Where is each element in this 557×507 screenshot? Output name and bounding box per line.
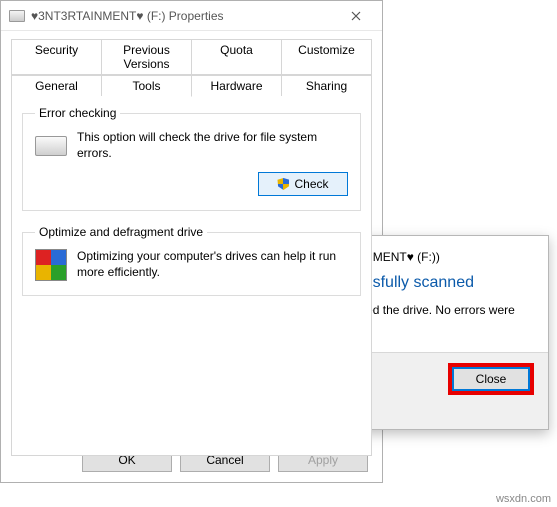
dialog-close-button[interactable]: Close bbox=[452, 367, 530, 391]
window-title: ♥3NT3RTAINMENT♥ (F:) Properties bbox=[31, 9, 334, 23]
tab-customize[interactable]: Customize bbox=[282, 39, 372, 75]
defragment-desc: Optimizing your computer's drives can he… bbox=[77, 249, 348, 281]
error-checking-legend: Error checking bbox=[35, 106, 120, 120]
error-checking-group: Error checking This option will check th… bbox=[22, 106, 361, 211]
hdd-icon bbox=[35, 130, 67, 162]
client-area: Security Previous Versions Quota Customi… bbox=[1, 31, 382, 464]
tab-hardware[interactable]: Hardware bbox=[192, 75, 282, 97]
close-button-highlight: Close bbox=[448, 363, 534, 395]
error-checking-desc: This option will check the drive for fil… bbox=[77, 130, 348, 162]
tab-security[interactable]: Security bbox=[11, 39, 102, 75]
tab-previous-versions[interactable]: Previous Versions bbox=[102, 39, 192, 75]
window-close-button[interactable] bbox=[334, 2, 378, 30]
defragment-group: Optimize and defragment drive Optimizing… bbox=[22, 225, 361, 296]
tab-strip: Security Previous Versions Quota Customi… bbox=[11, 39, 372, 97]
tab-sharing[interactable]: Sharing bbox=[282, 75, 372, 97]
tab-general[interactable]: General bbox=[11, 75, 102, 97]
defragment-legend: Optimize and defragment drive bbox=[35, 225, 207, 239]
shield-icon bbox=[277, 178, 289, 190]
titlebar: ♥3NT3RTAINMENT♥ (F:) Properties bbox=[1, 1, 382, 31]
tools-panel: Error checking This option will check th… bbox=[11, 96, 372, 456]
check-button-label: Check bbox=[294, 177, 328, 191]
defrag-icon bbox=[35, 249, 67, 281]
close-icon bbox=[351, 11, 361, 21]
watermark: wsxdn.com bbox=[496, 493, 551, 505]
check-button[interactable]: Check bbox=[258, 172, 348, 196]
tab-tools[interactable]: Tools bbox=[102, 75, 192, 97]
properties-window: ♥3NT3RTAINMENT♥ (F:) Properties Security… bbox=[0, 0, 383, 483]
drive-icon bbox=[9, 10, 25, 22]
tab-quota[interactable]: Quota bbox=[192, 39, 282, 75]
